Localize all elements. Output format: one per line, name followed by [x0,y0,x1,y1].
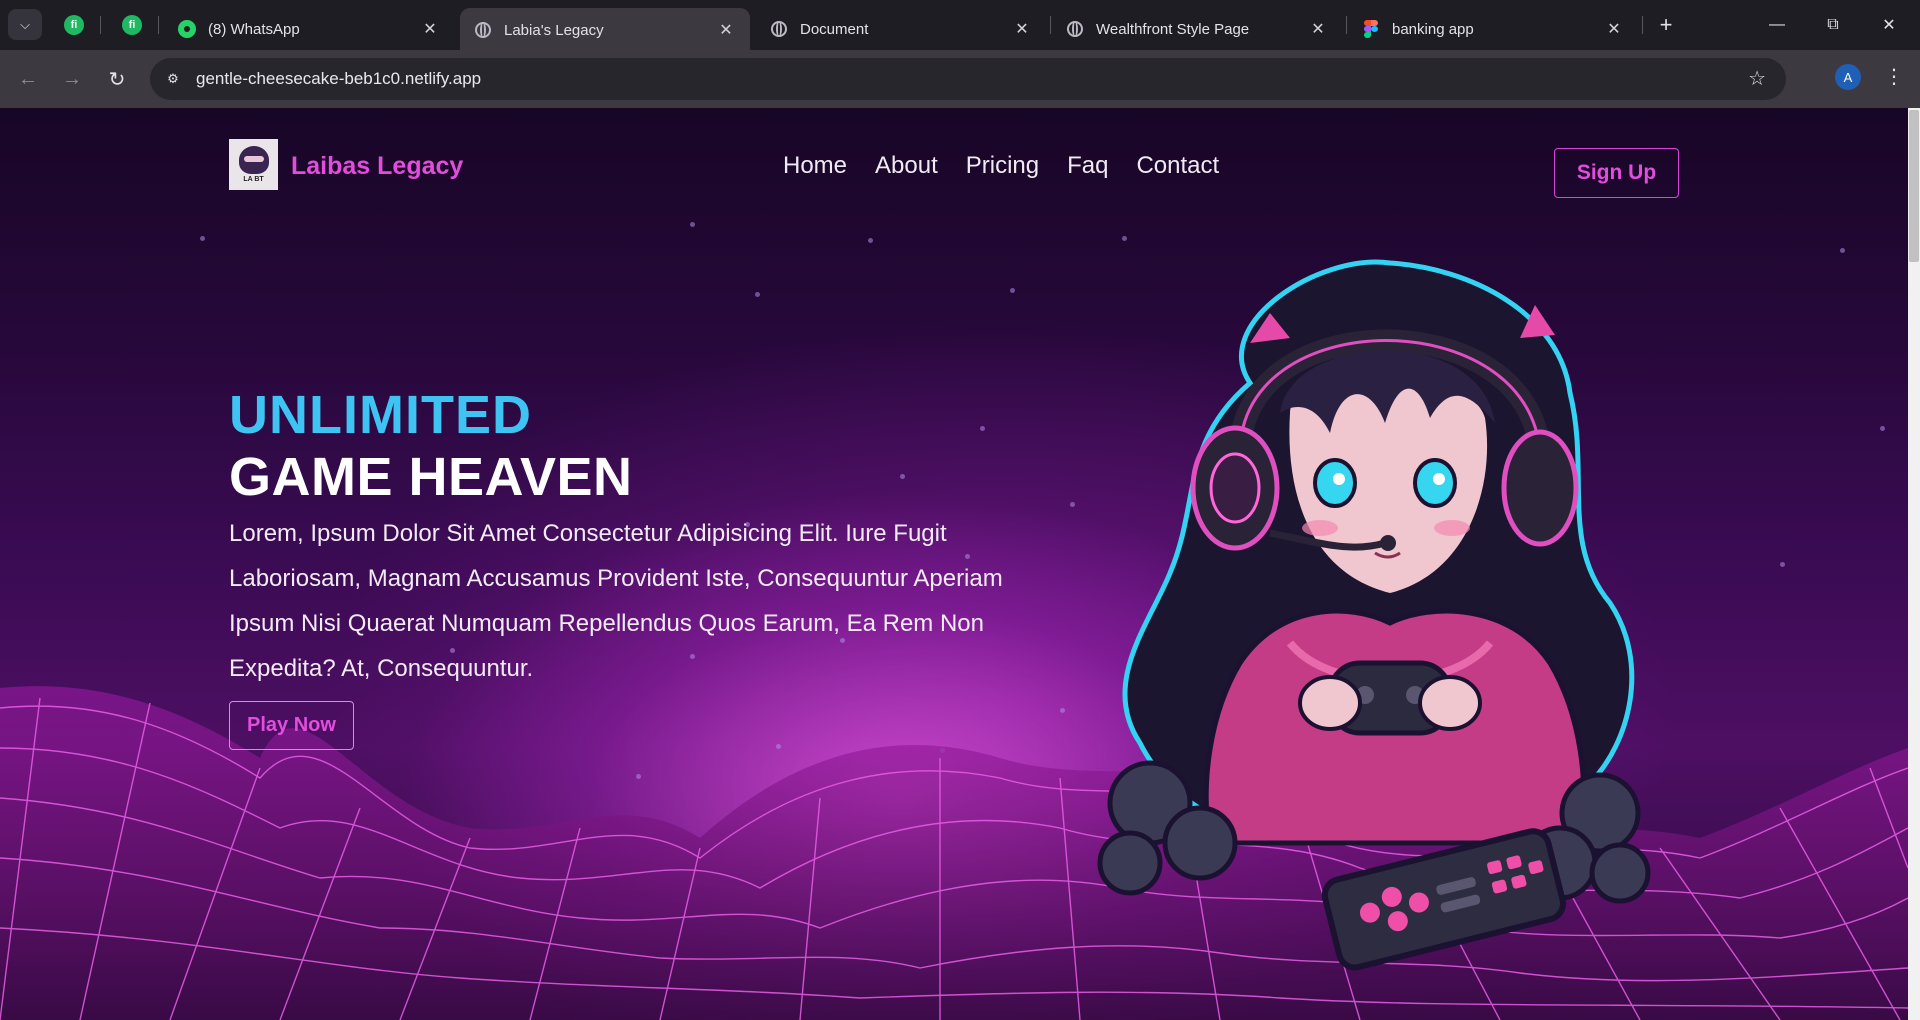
url-text[interactable]: gentle-cheesecake-beb1c0.netlify.app [196,69,481,89]
play-now-button[interactable]: Play Now [229,701,354,750]
close-icon[interactable]: ✕ [1604,19,1624,39]
tab-separator [1642,16,1643,34]
tab-title: Labia's Legacy [504,21,604,39]
globe-icon [770,20,788,38]
chevron-down-icon: ⌵ [20,16,30,32]
figma-icon [1362,20,1380,38]
browser-tab-strip: ⌵ fi fi (8) WhatsApp ✕ Labia's Legacy ✕ … [0,0,1920,52]
tab-separator [158,16,159,34]
globe-icon [474,21,492,39]
forward-button[interactable]: → [56,63,88,95]
gamer-girl-illustration [1097,259,1651,988]
browser-toolbar: ← → ↻ ⚙ gentle-cheesecake-beb1c0.netlify… [0,50,1920,108]
main-nav: Home About Pricing Faq Contact [783,152,1247,180]
restore-icon: ⧉ [1827,16,1839,33]
nav-faq[interactable]: Faq [1067,152,1108,180]
close-icon[interactable]: ✕ [420,19,440,39]
brand-name[interactable]: Laibas Legacy [291,152,463,181]
nav-contact[interactable]: Contact [1136,152,1219,180]
minimize-button[interactable]: — [1754,8,1800,42]
fiverr-icon: fi [64,15,84,35]
tab-separator [1050,16,1051,34]
ninja-logo-icon [238,146,269,174]
tab-wealthfront[interactable]: Wealthfront Style Page ✕ [1052,8,1342,50]
hero-headline-line1: UNLIMITED [229,385,532,445]
site-logo[interactable]: LA BT [229,139,278,190]
hero-headline-line2: GAME HEAVEN [229,447,633,507]
back-button[interactable]: ← [12,63,44,95]
whatsapp-icon [178,20,196,38]
logo-text: LA BT [243,176,264,183]
nav-home[interactable]: Home [783,152,847,180]
nav-pricing[interactable]: Pricing [966,152,1039,180]
tab-whatsapp[interactable]: (8) WhatsApp ✕ [164,8,454,50]
tab-document[interactable]: Document ✕ [756,8,1046,50]
tab-separator [1346,16,1347,34]
tab-separator [100,16,101,34]
close-icon[interactable]: ✕ [1308,19,1328,39]
arrow-right-icon: → [62,67,82,90]
browser-menu-icon[interactable]: ⋮ [1880,62,1908,92]
close-window-button[interactable]: ✕ [1866,8,1912,42]
reload-button[interactable]: ↻ [101,63,133,95]
hero-paragraph: Lorem, Ipsum Dolor Sit Amet Consectetur … [229,520,1003,682]
sign-up-button[interactable]: Sign Up [1554,148,1679,198]
tab-banking-app[interactable]: banking app ✕ [1348,8,1638,50]
close-icon: ✕ [1882,17,1896,34]
fiverr-icon: fi [122,15,142,35]
restore-button[interactable]: ⧉ [1810,8,1856,42]
close-icon[interactable]: ✕ [1012,19,1032,39]
close-icon[interactable]: ✕ [716,20,736,40]
new-tab-button[interactable]: + [1652,12,1680,40]
tab-title: Wealthfront Style Page [1096,20,1250,38]
site-info-icon[interactable]: ⚙ [160,66,186,92]
address-bar[interactable]: ⚙ gentle-cheesecake-beb1c0.netlify.app ☆ [150,58,1786,100]
pinned-tab-1[interactable]: fi [58,10,90,40]
tab-search-button[interactable]: ⌵ [8,9,42,40]
nav-about[interactable]: About [875,152,938,180]
page-viewport: LA BT Laibas Legacy Home About Pricing F… [0,108,1908,1020]
tab-title: Document [800,20,869,38]
arrow-left-icon: ← [18,67,38,90]
tab-title: banking app [1392,20,1474,38]
pinned-tab-2[interactable]: fi [116,10,148,40]
reload-icon: ↻ [108,68,126,91]
scrollbar-thumb[interactable] [1909,110,1919,262]
minimize-icon: — [1769,16,1785,33]
tab-labias-legacy[interactable]: Labia's Legacy ✕ [460,8,750,52]
profile-avatar[interactable]: A [1835,64,1861,90]
bookmark-star-icon[interactable]: ☆ [1748,66,1766,91]
globe-icon [1066,20,1084,38]
tab-title: (8) WhatsApp [208,20,300,38]
